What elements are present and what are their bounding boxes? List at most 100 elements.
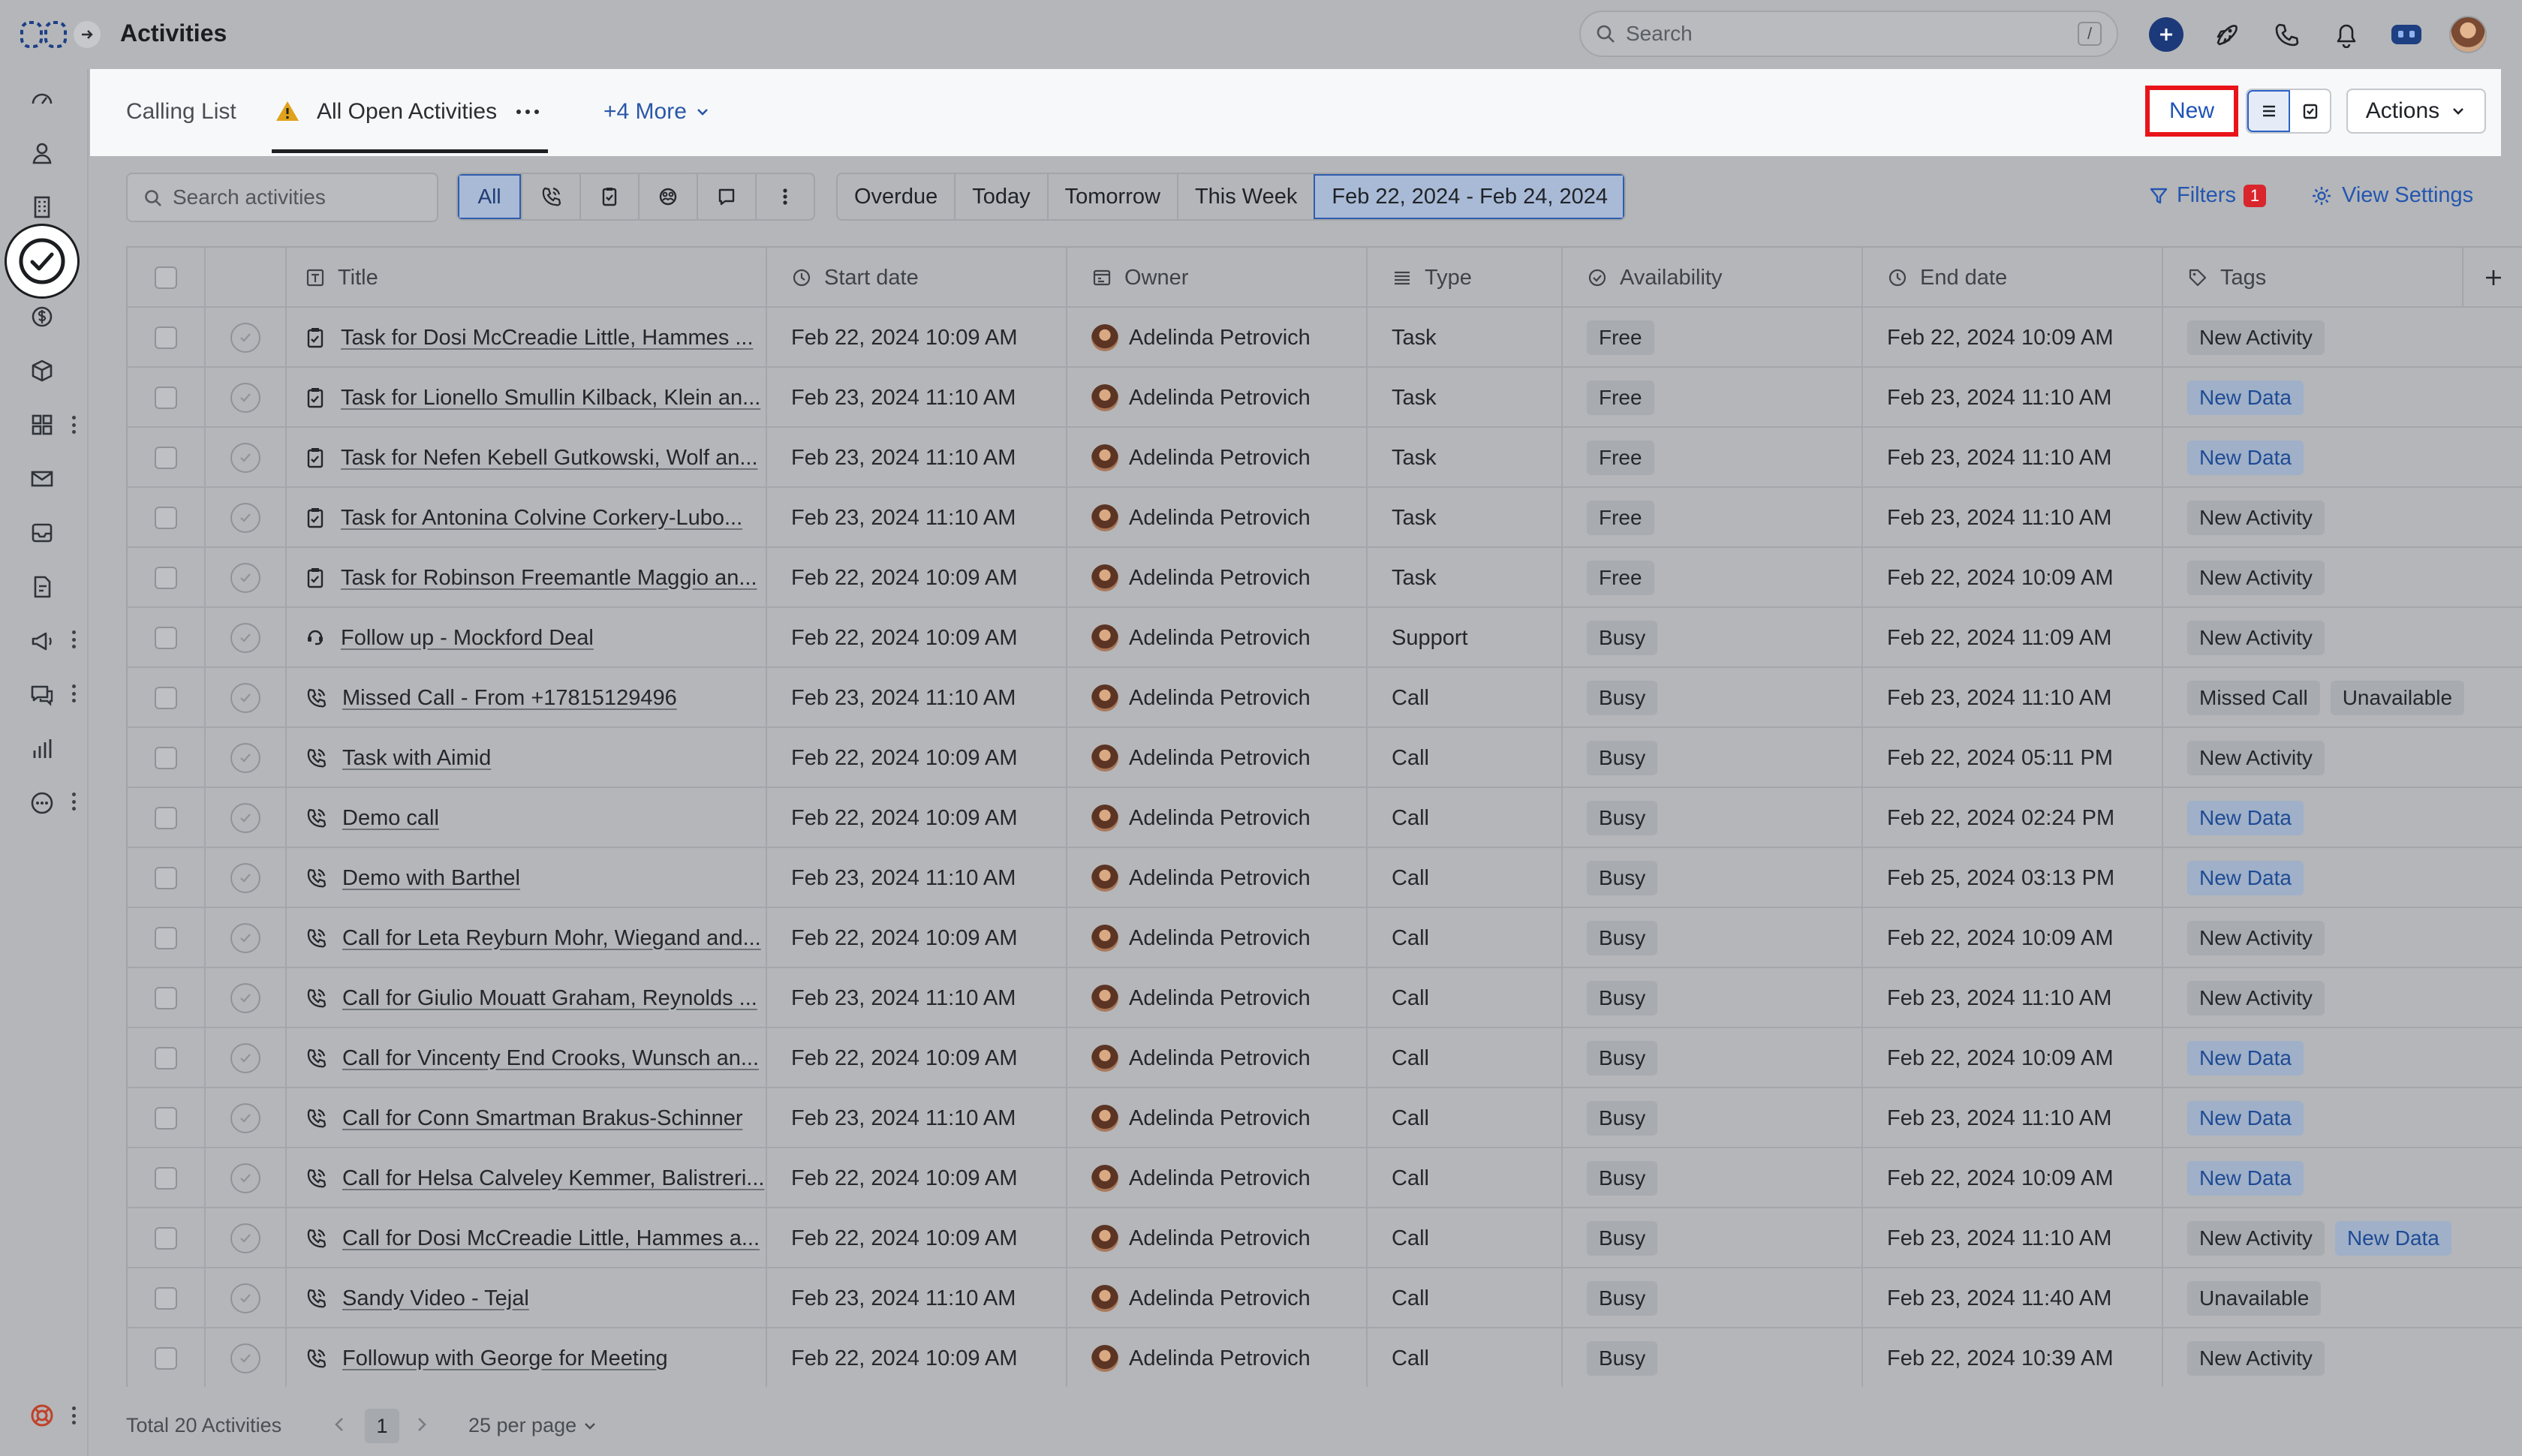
products-icon[interactable]: [26, 354, 59, 387]
activity-title-link[interactable]: Task for Lionello Smullin Kilback, Klein…: [341, 386, 760, 411]
row-checkbox[interactable]: [155, 687, 177, 709]
mark-done-icon[interactable]: [230, 803, 260, 833]
row-checkbox[interactable]: [155, 867, 177, 889]
prev-page-icon[interactable]: [332, 1415, 347, 1437]
table-row[interactable]: Task for Robinson Freemantle Maggio an..…: [128, 548, 2522, 608]
mark-done-icon[interactable]: [230, 863, 260, 893]
table-row[interactable]: Task for Lionello Smullin Kilback, Klein…: [128, 368, 2522, 428]
table-row[interactable]: Task for Antonina Colvine Corkery-Lubo..…: [128, 488, 2522, 548]
column-header-title[interactable]: Title: [287, 248, 767, 308]
app-logo[interactable]: [20, 20, 69, 50]
mark-done-icon[interactable]: [230, 623, 260, 653]
assistant-icon[interactable]: [2387, 15, 2426, 54]
more-tabs-dropdown[interactable]: +4 More: [603, 99, 711, 125]
select-all-checkbox[interactable]: [155, 266, 177, 289]
activity-title-link[interactable]: Demo with Barthel: [342, 866, 520, 891]
next-page-icon[interactable]: [414, 1415, 429, 1437]
contacts-icon[interactable]: [26, 137, 59, 170]
documents-icon[interactable]: [26, 570, 59, 603]
rocket-icon[interactable]: [2207, 15, 2246, 54]
activity-title-link[interactable]: Sandy Video - Tejal: [342, 1286, 529, 1311]
global-search-input[interactable]: Search /: [1579, 11, 2118, 57]
mark-done-icon[interactable]: [230, 1283, 260, 1313]
mark-done-icon[interactable]: [230, 1043, 260, 1073]
activities-icon[interactable]: [5, 224, 80, 299]
new-activity-button[interactable]: New: [2145, 86, 2238, 137]
chat-more-icon[interactable]: [69, 680, 78, 707]
mark-done-icon[interactable]: [230, 503, 260, 533]
activity-title-link[interactable]: Demo call: [342, 806, 439, 831]
mark-done-icon[interactable]: [230, 443, 260, 473]
table-row[interactable]: Sandy Video - Tejal Feb 23, 2024 11:10 A…: [128, 1268, 2522, 1328]
sidebar-toggle-button[interactable]: [74, 21, 101, 48]
help-lifebuoy-icon[interactable]: [29, 1402, 56, 1433]
mark-done-icon[interactable]: [230, 1223, 260, 1253]
row-checkbox[interactable]: [155, 447, 177, 469]
column-header-availability[interactable]: Availability: [1563, 248, 1863, 308]
activity-title-link[interactable]: Task for Dosi McCreadie Little, Hammes .…: [341, 326, 754, 350]
campaigns-icon[interactable]: [26, 624, 59, 657]
activity-title-link[interactable]: Followup with George for Meeting: [342, 1346, 668, 1371]
activity-title-link[interactable]: Call for Vincenty End Crooks, Wunsch an.…: [342, 1046, 759, 1071]
table-row[interactable]: Call for Vincenty End Crooks, Wunsch an.…: [128, 1028, 2522, 1088]
activity-title-link[interactable]: Call for Dosi McCreadie Little, Hammes a…: [342, 1226, 760, 1251]
mark-done-icon[interactable]: [230, 1103, 260, 1133]
table-row[interactable]: Task for Nefen Kebell Gutkowski, Wolf an…: [128, 428, 2522, 488]
search-activities-input[interactable]: Search activities: [126, 173, 438, 222]
apps-icon[interactable]: [26, 408, 59, 441]
date-this-week-button[interactable]: This Week: [1176, 174, 1314, 219]
table-row[interactable]: Followup with George for Meeting Feb 22,…: [128, 1328, 2522, 1387]
help-more-icon[interactable]: [69, 1402, 78, 1429]
row-checkbox[interactable]: [155, 1227, 177, 1250]
date-tomorrow-button[interactable]: Tomorrow: [1046, 174, 1177, 219]
mail-icon[interactable]: [26, 462, 59, 495]
column-header-tags[interactable]: Tags: [2163, 248, 2463, 308]
date-today-button[interactable]: Today: [954, 174, 1046, 219]
column-header-type[interactable]: Type: [1368, 248, 1563, 308]
mark-done-icon[interactable]: [230, 1163, 260, 1193]
row-checkbox[interactable]: [155, 1167, 177, 1190]
more-menu-icon[interactable]: [69, 788, 78, 815]
row-checkbox[interactable]: [155, 747, 177, 769]
actions-dropdown[interactable]: Actions: [2346, 89, 2486, 134]
dashboard-icon[interactable]: [26, 83, 59, 116]
mark-done-icon[interactable]: [230, 743, 260, 773]
type-task-icon[interactable]: [579, 174, 638, 219]
row-checkbox[interactable]: [155, 1347, 177, 1370]
create-button[interactable]: [2147, 15, 2186, 54]
mark-done-icon[interactable]: [230, 983, 260, 1013]
bell-icon[interactable]: [2327, 15, 2366, 54]
row-checkbox[interactable]: [155, 927, 177, 949]
row-checkbox[interactable]: [155, 807, 177, 829]
row-checkbox[interactable]: [155, 507, 177, 529]
date-overdue-button[interactable]: Overdue: [838, 174, 954, 219]
row-checkbox[interactable]: [155, 1047, 177, 1069]
mark-done-icon[interactable]: [230, 323, 260, 353]
table-row[interactable]: Task for Dosi McCreadie Little, Hammes .…: [128, 308, 2522, 368]
activity-title-link[interactable]: Call for Giulio Mouatt Graham, Reynolds …: [342, 986, 757, 1011]
column-header-end-date[interactable]: End date: [1863, 248, 2163, 308]
per-page-dropdown[interactable]: 25 per page: [468, 1414, 597, 1437]
list-view-icon[interactable]: [2247, 90, 2290, 132]
table-row[interactable]: Demo call Feb 22, 2024 10:09 AM Adelinda…: [128, 788, 2522, 848]
table-row[interactable]: Follow up - Mockford Deal Feb 22, 2024 1…: [128, 608, 2522, 668]
table-row[interactable]: Missed Call - From +17815129496 Feb 23, …: [128, 668, 2522, 728]
task-view-icon[interactable]: [2290, 90, 2330, 132]
activity-title-link[interactable]: Task for Robinson Freemantle Maggio an..…: [341, 566, 757, 591]
column-header-start-date[interactable]: Start date: [767, 248, 1067, 308]
tab-calling-list[interactable]: Calling List: [126, 99, 236, 125]
row-checkbox[interactable]: [155, 1107, 177, 1130]
activity-title-link[interactable]: Task with Aimid: [342, 746, 491, 771]
add-column-button[interactable]: [2463, 248, 2522, 308]
table-row[interactable]: Task with Aimid Feb 22, 2024 10:09 AM Ad…: [128, 728, 2522, 788]
date-custom-range-button[interactable]: Feb 22, 2024 - Feb 24, 2024: [1314, 174, 1624, 219]
current-page[interactable]: 1: [365, 1409, 399, 1443]
type-more-icon[interactable]: [755, 174, 814, 219]
apps-more-icon[interactable]: [69, 411, 78, 438]
activity-title-link[interactable]: Task for Nefen Kebell Gutkowski, Wolf an…: [341, 446, 758, 471]
activity-title-link[interactable]: Call for Helsa Calveley Kemmer, Balistre…: [342, 1166, 764, 1191]
mark-done-icon[interactable]: [230, 683, 260, 713]
row-checkbox[interactable]: [155, 627, 177, 649]
deals-icon[interactable]: [26, 300, 59, 333]
mark-done-icon[interactable]: [230, 1343, 260, 1373]
